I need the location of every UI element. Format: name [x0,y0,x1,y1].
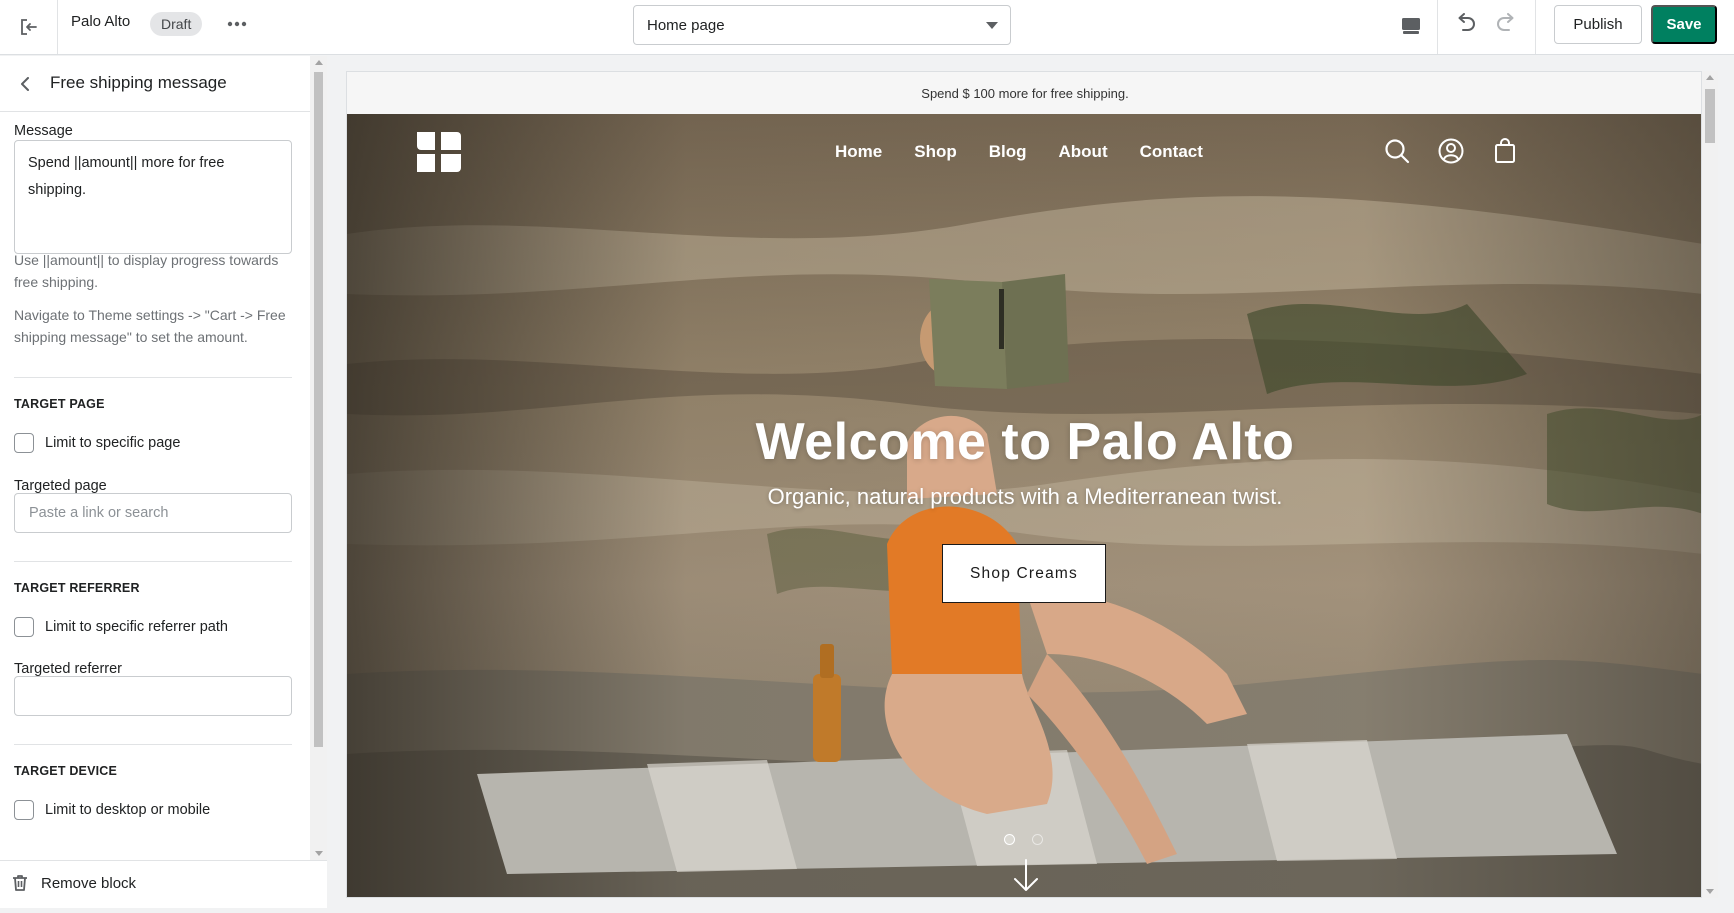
chevron-down-icon [986,22,998,29]
message-textarea[interactable]: Spend ||amount|| more for free shipping. [14,140,292,254]
section-divider [14,377,292,378]
limit-page-checkbox-row[interactable]: Limit to specific page [14,433,180,453]
section-heading-target-page: TARGET PAGE [14,397,105,411]
storefront-account-button[interactable] [1437,137,1465,165]
storefront-search-button[interactable] [1383,137,1411,165]
section-divider [14,744,292,745]
limit-page-checkbox[interactable] [14,433,34,453]
nav-link-home[interactable]: Home [835,142,882,162]
page-select-value: Home page [647,16,725,34]
toolbar-divider [1437,0,1438,54]
limit-page-checkbox-label: Limit to specific page [45,435,181,451]
slide-dot-2[interactable] [1032,834,1043,845]
nav-link-blog[interactable]: Blog [989,142,1027,162]
preview-scroll-thumb[interactable] [1705,89,1715,143]
storefront-cart-button[interactable] [1491,137,1519,165]
toolbar-divider [1535,0,1536,54]
publish-button[interactable]: Publish [1554,5,1642,44]
hero-subtitle: Organic, natural products with a Mediter… [767,484,1283,509]
panel-footer: Remove block [0,860,327,908]
panel-scroll-thumb[interactable] [314,72,323,747]
remove-block-label: Remove block [41,874,137,892]
panel-body: Message Spend ||amount|| more for free s… [0,113,310,913]
page-select[interactable]: Home page [633,5,1011,45]
exit-icon [20,19,37,35]
help-text-navigate: Navigate to Theme settings -> "Cart -> F… [14,307,286,345]
limit-referrer-checkbox[interactable] [14,617,34,637]
chevron-left-icon [21,77,29,91]
store-logo[interactable] [413,130,465,174]
theme-preview: Spend $ 100 more for free shipping. Home… [346,71,1702,898]
more-actions-button[interactable] [222,12,252,36]
search-icon [1385,139,1410,164]
desktop-icon [1402,18,1420,34]
arrow-down-icon[interactable] [1011,858,1041,894]
trash-icon [13,875,27,891]
limit-device-checkbox[interactable] [14,800,34,820]
device-preview-button[interactable] [1393,10,1429,42]
save-button[interactable]: Save [1651,5,1717,44]
preview-scrollbar[interactable] [1702,71,1718,898]
scroll-down-arrow-icon[interactable] [315,851,323,856]
back-button[interactable] [14,73,36,95]
limit-device-checkbox-row[interactable]: Limit to desktop or mobile [14,800,210,820]
message-label: Message [14,123,73,139]
panel-title: Free shipping message [50,73,227,92]
announcement-bar: Spend $ 100 more for free shipping. [347,72,1701,114]
nav-link-about[interactable]: About [1059,142,1108,162]
hero-title: Welcome to Palo Alto [755,413,1295,471]
more-horizontal-icon [227,21,247,27]
storefront-nav: Home Shop Blog About Contact [835,142,1235,162]
section-heading-target-referrer: TARGET REFERRER [14,581,140,595]
shopping-bag-icon [1495,138,1515,163]
redo-button[interactable] [1488,8,1524,40]
nav-link-shop[interactable]: Shop [914,142,957,162]
section-heading-target-device: TARGET DEVICE [14,764,118,778]
redo-icon [1497,13,1514,31]
announcement-text: Spend $ 100 more for free shipping. [921,85,1129,101]
scroll-up-arrow-icon[interactable] [1706,75,1714,80]
account-icon [1438,138,1464,164]
shop-creams-button[interactable]: Shop Creams [942,544,1106,603]
panel-scrollbar[interactable] [310,56,327,860]
targeted-page-placeholder: Paste a link or search [29,505,169,521]
remove-block-button[interactable]: Remove block [12,874,136,892]
targeted-referrer-label: Targeted referrer [14,661,122,677]
targeted-page-label: Targeted page [14,478,107,494]
store-name: Palo Alto [71,13,131,30]
targeted-page-input[interactable]: Paste a link or search [14,493,292,533]
undo-button[interactable] [1448,8,1484,40]
scroll-up-arrow-icon[interactable] [315,60,323,65]
limit-referrer-checkbox-label: Limit to specific referrer path [45,619,228,635]
undo-icon [1458,13,1475,31]
settings-panel: Free shipping message Message Spend ||am… [0,56,327,908]
editor-topbar: Palo Alto Draft Home page Publish Save [0,0,1734,55]
targeted-referrer-input[interactable] [14,676,292,716]
section-divider [14,561,292,562]
nav-link-contact[interactable]: Contact [1140,142,1203,162]
slide-indicators [1004,834,1060,845]
exit-button[interactable] [0,0,58,54]
limit-referrer-checkbox-row[interactable]: Limit to specific referrer path [14,617,228,637]
panel-header: Free shipping message [0,56,310,112]
status-badge: Draft [150,12,203,36]
limit-device-checkbox-label: Limit to desktop or mobile [45,802,211,818]
help-text-amount: Use ||amount|| to display progress towar… [14,252,279,290]
slide-dot-1[interactable] [1004,834,1015,845]
hero-slideshow: Home Shop Blog About Contact Welcome to … [347,114,1701,897]
scroll-down-arrow-icon[interactable] [1706,889,1714,894]
